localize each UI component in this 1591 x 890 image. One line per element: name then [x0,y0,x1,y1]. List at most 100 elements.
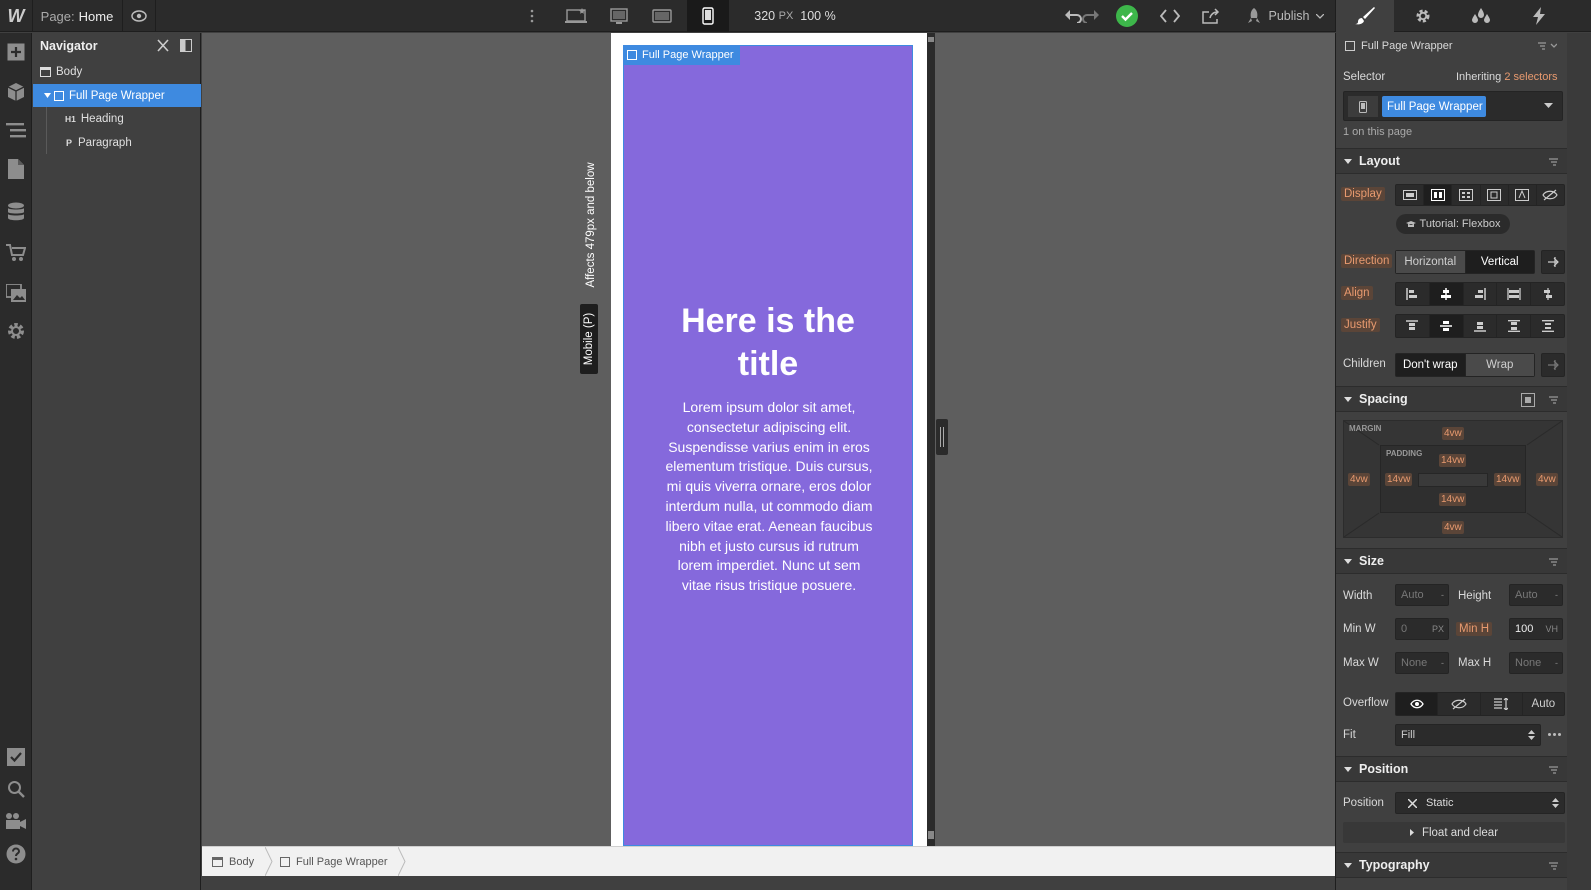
section-options-icon[interactable] [1549,766,1560,774]
align-stretch-icon[interactable] [1497,283,1532,305]
dont-wrap-button[interactable]: Don't wrap [1396,354,1466,376]
ecommerce-cart-icon[interactable] [0,237,32,269]
breadcrumb-item-body[interactable]: Body [202,847,268,876]
section-options-icon[interactable] [1549,158,1560,166]
display-flex-icon[interactable] [1424,185,1453,205]
display-grid-icon[interactable] [1452,185,1481,205]
navigator-item-body[interactable]: Body [33,60,201,83]
justify-label[interactable]: Justify [1341,318,1380,332]
display-inline-block-icon[interactable] [1481,185,1509,205]
tablet-breakpoint-icon[interactable] [641,0,683,32]
inheriting-count[interactable]: 2 selectors [1504,71,1557,83]
display-block-icon[interactable] [1396,185,1425,205]
display-label[interactable]: Display [1341,187,1385,201]
margin-bottom-value[interactable]: 4vw [1442,521,1464,534]
pages-icon[interactable] [0,153,32,185]
width-unit[interactable]: - [1441,590,1444,600]
publish-button[interactable]: Publish [1238,0,1330,32]
search-icon[interactable] [0,773,32,805]
align-baseline-icon[interactable] [1531,283,1564,305]
audit-checklist-icon[interactable] [0,741,32,773]
settings-panel-tab[interactable] [1394,0,1452,32]
min-height-input[interactable]: 100 VH [1509,618,1563,640]
margin-top-value[interactable]: 4vw [1442,427,1464,440]
display-toggle[interactable] [1395,184,1565,206]
direction-toggle[interactable]: Horizontal Vertical [1395,250,1535,274]
lightning-panel-tab[interactable] [1510,0,1568,32]
navigator-icon[interactable] [0,114,32,146]
align-center-icon[interactable] [1429,283,1464,305]
dock-panel-icon[interactable] [180,39,192,52]
fit-select[interactable]: Fill [1395,724,1541,746]
justify-space-between-icon[interactable] [1497,315,1532,337]
canvas-size-readout[interactable]: 320 PX 100 % [745,0,845,32]
height-unit[interactable]: - [1555,590,1558,600]
panel-scrollbar[interactable] [1567,33,1591,890]
page-paragraph[interactable]: Lorem ipsum dolor sit amet, consectetur … [662,398,876,596]
margin-box[interactable]: MARGIN 4vw 4vw 4vw 4vw PADDING 14vw 14vw… [1343,420,1563,538]
layout-section-header[interactable]: Layout [1336,148,1568,174]
float-and-clear-toggle[interactable]: Float and clear [1343,822,1565,843]
position-select[interactable]: Static [1395,792,1565,814]
chevron-down-icon[interactable] [1544,103,1553,109]
display-inline-icon[interactable] [1509,185,1537,205]
page-heading[interactable]: Here is the title [654,300,882,386]
section-options-icon[interactable] [1549,558,1560,566]
overflow-toggle[interactable]: Auto [1395,692,1565,716]
align-start-icon[interactable] [1396,283,1430,305]
caret-down-icon[interactable] [44,93,51,98]
padding-bottom-value[interactable]: 14vw [1439,493,1467,506]
help-icon[interactable] [0,838,32,870]
justify-end-icon[interactable] [1464,315,1498,337]
undo-redo-icons[interactable] [1062,0,1102,32]
display-none-icon[interactable] [1537,185,1564,205]
desktop-breakpoint-icon[interactable] [598,0,640,32]
project-settings-gear-icon[interactable] [0,315,32,347]
wrap-toggle[interactable]: Don't wrap Wrap [1395,353,1535,377]
add-element-icon[interactable] [0,36,32,68]
padding-box[interactable]: PADDING 14vw 14vw 14vw 14vw [1380,445,1526,513]
canvas-scrollbar[interactable] [927,33,935,846]
overflow-hidden-icon[interactable] [1438,693,1481,715]
align-toggle[interactable] [1395,282,1565,306]
symbols-cube-icon[interactable] [0,76,32,108]
desktop-large-breakpoint-icon[interactable] [555,0,597,32]
style-options-icon[interactable] [1537,41,1557,51]
navigator-item-paragraph[interactable]: P Paragraph [33,131,201,154]
max-width-input[interactable]: None - [1395,652,1449,674]
justify-start-icon[interactable] [1396,315,1430,337]
min-height-label[interactable]: Min H [1456,622,1493,636]
overflow-scroll-icon[interactable] [1481,693,1523,715]
code-export-icon[interactable] [1155,0,1185,32]
share-icon[interactable] [1196,0,1226,32]
height-input[interactable]: Auto - [1509,584,1563,606]
direction-label[interactable]: Direction [1341,254,1393,268]
align-end-icon[interactable] [1464,283,1498,305]
min-width-unit[interactable]: PX [1432,624,1444,634]
cms-database-icon[interactable] [0,196,32,228]
justify-toggle[interactable] [1395,314,1565,338]
assets-images-icon[interactable] [0,277,32,309]
navigator-item-heading[interactable]: H1 Heading [33,107,201,130]
overflow-auto-button[interactable]: Auto [1523,693,1564,715]
tutorial-flexbox-link[interactable]: Tutorial: Flexbox [1396,214,1510,234]
reverse-direction-button[interactable] [1541,250,1565,274]
navigator-item-full-page-wrapper[interactable]: Full Page Wrapper [33,84,201,107]
min-width-input[interactable]: 0 PX [1395,618,1449,640]
close-icon[interactable] [157,39,169,52]
spacing-preset-icon[interactable] [1521,393,1535,407]
width-input[interactable]: Auto - [1395,584,1449,606]
justify-center-icon[interactable] [1429,315,1464,337]
section-options-icon[interactable] [1549,396,1560,404]
selector-field[interactable]: Full Page Wrapper [1343,91,1563,121]
selector-tag[interactable]: Full Page Wrapper [1382,96,1486,117]
typography-section-header[interactable]: Typography [1336,852,1568,878]
style-panel-tab[interactable] [1336,0,1394,32]
min-height-unit[interactable]: VH [1545,624,1558,634]
justify-space-around-icon[interactable] [1531,315,1564,337]
page-selector[interactable]: Page: Home [33,0,121,32]
resize-handle[interactable] [936,419,948,455]
position-section-header[interactable]: Position [1336,756,1568,782]
mobile-breakpoint-icon[interactable] [687,0,729,32]
interactions-panel-tab[interactable] [1452,0,1510,32]
